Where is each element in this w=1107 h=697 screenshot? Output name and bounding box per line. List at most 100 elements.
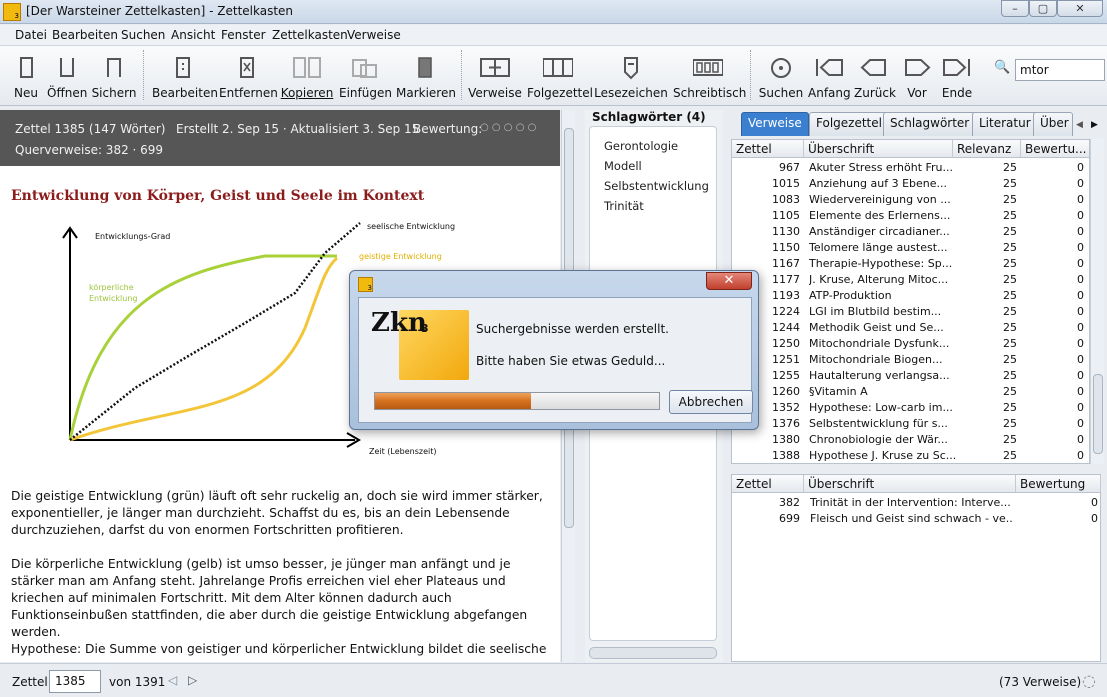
table-cell: LGI im Blutbild bestim... <box>809 305 942 318</box>
table-row[interactable]: 1167 Therapie-Hypothese: Sp... 25 0 <box>732 256 1089 272</box>
edit-icon <box>176 57 190 78</box>
table-row[interactable]: 382 Trinität in der Intervention: Interv… <box>732 495 1101 511</box>
table-row[interactable]: 1130 Anständiger circadianer... 25 0 <box>732 224 1089 240</box>
links-table-scrollbar[interactable] <box>1090 139 1104 464</box>
edit-button[interactable]: Bearbeiten <box>152 50 218 104</box>
column-header-zettel[interactable]: Zettel <box>732 475 804 493</box>
minimize-button[interactable]: – <box>1001 0 1029 17</box>
logo-text: Zkn <box>371 308 427 338</box>
column-header-ueberschrift[interactable]: Überschrift <box>804 475 1016 493</box>
dialog-close-button[interactable]: ✕ <box>706 272 752 290</box>
table-cell: Elemente des Erlernens... <box>809 209 951 222</box>
tab-literatur[interactable]: Literatur <box>972 112 1038 136</box>
table-cell: Anziehung auf 3 Ebene... <box>809 177 947 190</box>
column-header-bewertung[interactable]: Bewertung <box>1016 475 1101 493</box>
table-row[interactable]: 1150 Telomere länge austest... 25 0 <box>732 240 1089 256</box>
last-button[interactable]: Ende <box>939 50 975 104</box>
progress-dialog: 3 ✕ Zkn 3 Suchergebnisse werden erstellt… <box>349 270 759 430</box>
table-row[interactable]: 1250 Mitochondriale Dysfunk... 25 0 <box>732 336 1089 352</box>
table-row[interactable]: 1193 ATP-Produktion 25 0 <box>732 288 1089 304</box>
bookmarks-button[interactable]: Lesezeichen <box>594 50 668 104</box>
links-icon <box>480 58 510 77</box>
abort-button[interactable]: Abbrechen <box>669 390 753 414</box>
tab-scroll-right-icon[interactable]: ▶ <box>1091 120 1098 130</box>
back-arrow-icon <box>860 59 886 76</box>
table-cell: 25 <box>1003 161 1017 174</box>
followup-notes-button[interactable]: Folgezettel <box>527 50 593 104</box>
link-count: (73 Verweise) <box>999 675 1082 689</box>
open-button[interactable]: Öffnen <box>47 50 87 104</box>
mark-button[interactable]: Markieren <box>396 50 456 104</box>
new-note-icon <box>20 57 33 78</box>
table-row[interactable]: 1224 LGI im Blutbild bestim... 25 0 <box>732 304 1089 320</box>
figure-ylabel: Entwicklungs-Grad <box>95 232 170 241</box>
table-cell: 0 <box>1077 305 1084 318</box>
table-row[interactable]: 1244 Methodik Geist und Se... 25 0 <box>732 320 1089 336</box>
tab-schlagwoerter[interactable]: Schlagwörter <box>883 112 977 136</box>
paste-button[interactable]: Einfügen <box>339 50 392 104</box>
rating-stars[interactable]: ○ ○ ○ ○ ○ <box>480 122 536 133</box>
keyword-item[interactable]: Trinität <box>604 199 644 213</box>
table-row[interactable]: 1083 Wiedervereinigung von ... 25 0 <box>732 192 1089 208</box>
search-button[interactable]: Suchen <box>758 50 804 104</box>
toolbar: Neu Öffnen Sichern Bearbeiten Entfernen … <box>0 46 1107 106</box>
first-button[interactable]: Anfang <box>808 50 851 104</box>
next-note-icon[interactable]: ▷ <box>188 673 197 687</box>
keyword-item[interactable]: Gerontologie <box>604 139 678 153</box>
keyword-item[interactable]: Selbstentwicklung <box>604 179 709 193</box>
keyword-item[interactable]: Modell <box>604 159 642 173</box>
menu-suchen[interactable]: Suchen <box>121 28 165 42</box>
menu-bearbeiten[interactable]: Bearbeiten <box>52 28 118 42</box>
table-row[interactable]: 1260 §Vitamin A 25 0 <box>732 384 1089 400</box>
column-header-zettel[interactable]: Zettel <box>732 140 804 158</box>
back-button[interactable]: Zurück <box>854 50 896 104</box>
crossrefs[interactable]: Querverweise: 382 · 699 <box>15 143 163 157</box>
menu-datei[interactable]: Datei <box>15 28 47 42</box>
links-scroll-thumb[interactable] <box>1093 374 1103 454</box>
toolbar-search-input[interactable]: mtor <box>1015 59 1105 81</box>
menu-ansicht[interactable]: Ansicht <box>171 28 215 42</box>
table-row[interactable]: 1177 J. Kruse, Alterung Mitoc... 25 0 <box>732 272 1089 288</box>
column-header-bewertung[interactable]: Bewertu... <box>1021 140 1089 158</box>
table-cell: Wiedervereinigung von ... <box>809 193 951 206</box>
table-row[interactable]: 699 Fleisch und Geist sind schwach - ve.… <box>732 511 1101 527</box>
table-row[interactable]: 1388 Hypothese J. Kruse zu Sc... 25 0 <box>732 448 1089 463</box>
new-button[interactable]: Neu <box>8 50 44 104</box>
table-row[interactable]: 967 Akuter Stress erhöht Fru... 25 0 <box>732 160 1089 176</box>
tab-folgezettel[interactable]: Folgezettel <box>809 112 889 136</box>
table-cell: 0 <box>1077 417 1084 430</box>
zettel-number-input[interactable]: 1385 <box>49 670 101 693</box>
followup-notes-icon <box>543 58 573 77</box>
table-row[interactable]: 1380 Chronobiologie der Wär... 25 0 <box>732 432 1089 448</box>
menu-fenster[interactable]: Fenster <box>221 28 266 42</box>
desktop-button[interactable]: Schreibtisch <box>673 50 746 104</box>
table-row[interactable]: 1105 Elemente des Erlernens... 25 0 <box>732 208 1089 224</box>
column-header-ueberschrift[interactable]: Überschrift <box>804 140 953 158</box>
table-row[interactable]: 1352 Hypothese: Low-carb im... 25 0 <box>732 400 1089 416</box>
save-button[interactable]: Sichern <box>91 50 137 104</box>
maximize-button[interactable]: ▢ <box>1029 0 1057 17</box>
table-row[interactable]: 1251 Mitochondriale Biogen... 25 0 <box>732 352 1089 368</box>
table-row[interactable]: 1376 Selbstentwicklung für s... 25 0 <box>732 416 1089 432</box>
close-button[interactable]: ✕ <box>1057 0 1103 17</box>
forward-button[interactable]: Vor <box>898 50 936 104</box>
table-row[interactable]: 1255 Hautalterung verlangsa... 25 0 <box>732 368 1089 384</box>
copy-button[interactable]: Kopieren <box>280 50 334 104</box>
menu-verweise[interactable]: Verweise <box>347 28 401 42</box>
table-cell: 1150 <box>772 241 800 254</box>
tab-ueber[interactable]: Über <box>1033 112 1073 136</box>
table-cell: 0 <box>1077 257 1084 270</box>
table-cell: 25 <box>1003 449 1017 462</box>
delete-button[interactable]: Entfernen <box>219 50 278 104</box>
column-header-relevanz[interactable]: Relevanz <box>953 140 1021 158</box>
prev-note-icon[interactable]: ◁ <box>168 673 177 687</box>
table-cell: 25 <box>1003 225 1017 238</box>
tab-verweise[interactable]: Verweise <box>741 112 809 136</box>
table-cell: 0 <box>1077 401 1084 414</box>
tab-scroll-left-icon[interactable]: ◀ <box>1076 120 1083 130</box>
links-button[interactable]: Verweise <box>468 50 522 104</box>
menu-zettelkasten[interactable]: Zettelkasten <box>272 28 348 42</box>
table-row[interactable]: 1015 Anziehung auf 3 Ebene... 25 0 <box>732 176 1089 192</box>
keywords-hscrollbar[interactable] <box>589 647 717 659</box>
table-cell: 1105 <box>772 209 800 222</box>
